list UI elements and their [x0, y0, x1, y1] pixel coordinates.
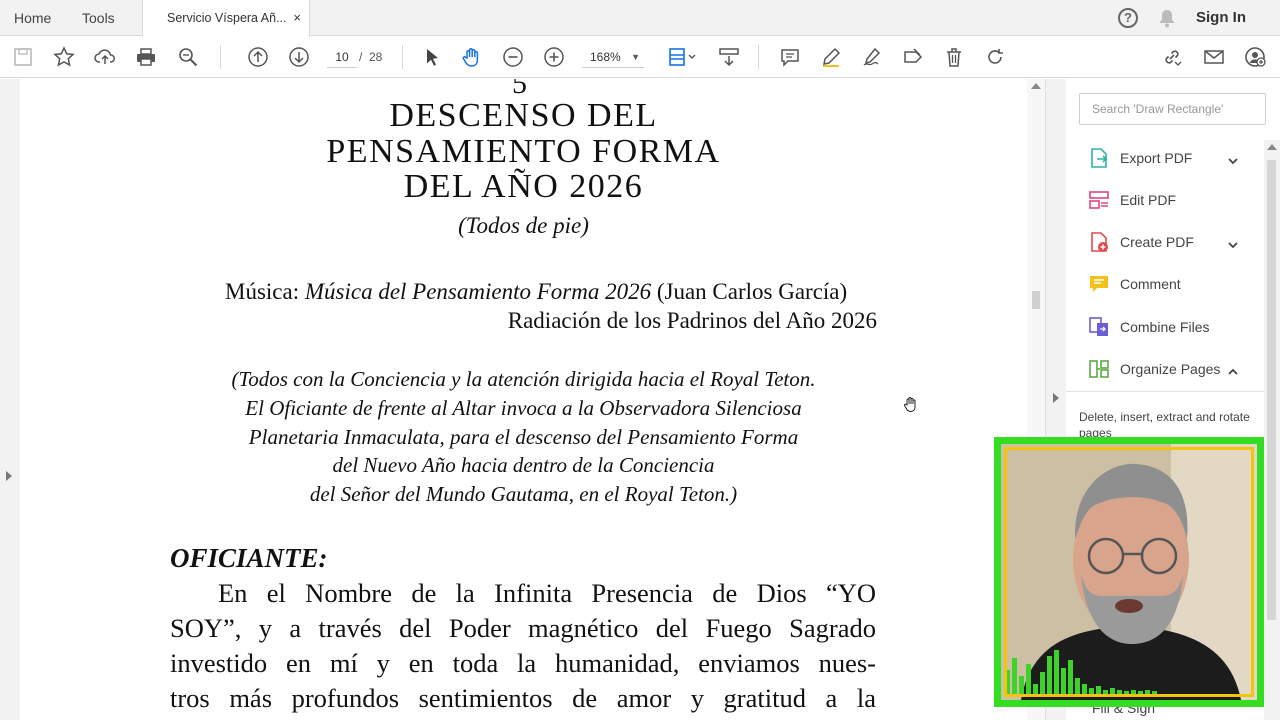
instruction-line-1: (Todos con la Conciencia y la atención d… [231, 367, 816, 391]
document-tab-title: Servicio Víspera Añ... [167, 11, 287, 25]
highlight-pen-icon[interactable] [819, 45, 843, 69]
tool-create-pdf[interactable]: Create PDF [1066, 223, 1264, 261]
chevron-down-icon: ▼ [631, 52, 640, 62]
tool-edit-pdf[interactable]: Edit PDF [1066, 181, 1264, 219]
left-panel-toggle-strip[interactable] [0, 79, 20, 720]
rotate-icon[interactable] [983, 45, 1007, 69]
previous-page-icon[interactable] [246, 45, 270, 69]
close-tab-icon[interactable]: × [293, 0, 301, 36]
bookmark-star-icon[interactable] [52, 45, 76, 69]
notification-bell-icon[interactable] [1158, 8, 1176, 28]
instruction-line-2: El Oficiante de frente al Altar invoca a… [245, 396, 802, 420]
scroll-up-icon[interactable] [1031, 83, 1041, 89]
sign-in-link[interactable]: Sign In [1196, 0, 1246, 36]
zoom-out-icon[interactable] [501, 45, 525, 69]
document-tab[interactable]: Servicio Víspera Añ... × [142, 0, 310, 37]
email-icon[interactable] [1202, 45, 1226, 69]
delete-trash-icon[interactable] [942, 45, 966, 69]
body-line-3: investido en mí y en toda la humanidad, … [170, 648, 876, 678]
cloud-upload-icon[interactable] [93, 45, 117, 69]
top-nav-bar: Home Tools Servicio Víspera Añ... × ? Si… [0, 0, 1280, 37]
tools-tab[interactable]: Tools [82, 0, 115, 36]
next-page-icon[interactable] [287, 45, 311, 69]
scroll-up-icon[interactable] [1267, 144, 1277, 150]
sign-pen-icon[interactable] [860, 45, 884, 69]
scrollbar-thumb[interactable] [1032, 291, 1040, 309]
zoom-level-value: 168% [590, 50, 621, 64]
print-icon[interactable] [134, 45, 158, 69]
divider [1066, 391, 1264, 392]
music-title: Música del Pensamiento Forma 2026 [304, 279, 652, 304]
comment-icon [1088, 273, 1110, 295]
tool-label: Organize Pages [1120, 361, 1221, 377]
comment-tool-icon[interactable] [778, 45, 802, 69]
tool-combine-files[interactable]: Combine Files [1066, 308, 1264, 346]
zoom-search-icon[interactable] [176, 45, 200, 69]
section-title-line-1: DESCENSO DEL [389, 97, 658, 134]
select-cursor-icon[interactable] [420, 45, 444, 69]
body-line-2: SOY”, y a través del Poder magnético del… [170, 613, 876, 643]
all-stand-note: (Todos de pie) [458, 213, 589, 238]
tool-label: Create PDF [1120, 234, 1194, 250]
tool-export-pdf[interactable]: Export PDF [1066, 139, 1264, 177]
page-number-input[interactable]: 10 [327, 46, 357, 68]
radiation-line: Radiación de los Padrinos del Año 2026 [507, 308, 877, 333]
main-toolbar: 10 / 28 168% ▼ [0, 37, 1280, 78]
collapse-right-panel-icon[interactable] [1053, 393, 1059, 403]
chevron-down-icon[interactable] [1228, 153, 1238, 165]
music-label: Música: [225, 279, 300, 304]
body-line-1: En el Nombre de la Infinita Presencia de… [218, 578, 876, 608]
toolbar-separator [402, 45, 403, 69]
tool-label: Comment [1120, 276, 1181, 292]
organize-pages-icon [1088, 358, 1110, 380]
instruction-line-4: del Nuevo Año hacia dentro de la Concien… [332, 453, 715, 477]
section-title-line-3: DEL AÑO 2026 [403, 168, 644, 205]
officiant-heading: OFICIANTE: [170, 543, 328, 573]
body-line-4: tros más profundos sentimientos de amor … [170, 683, 876, 713]
create-pdf-icon [1088, 231, 1110, 253]
tool-label: Export PDF [1120, 150, 1193, 166]
expand-left-panel-icon[interactable] [6, 471, 12, 481]
instruction-line-5: del Señor del Mundo Gautama, en el Royal… [309, 482, 738, 506]
tool-label: Edit PDF [1120, 192, 1177, 208]
music-line: Música: Música del Pensamiento Forma 202… [225, 279, 847, 305]
zoom-level-select[interactable]: 168% ▼ [582, 46, 644, 68]
export-pdf-icon [1088, 147, 1110, 169]
toolbar-separator [758, 45, 759, 69]
webcam-inner-frame [1004, 447, 1254, 697]
help-icon[interactable]: ? [1118, 8, 1138, 28]
zoom-in-icon[interactable] [542, 45, 566, 69]
scrollbar-thumb[interactable] [1267, 160, 1276, 620]
hand-tool-icon[interactable] [460, 45, 484, 69]
tool-organize-pages[interactable]: Organize Pages [1066, 350, 1264, 388]
home-tab[interactable]: Home [14, 0, 51, 36]
tool-comment[interactable]: Comment [1066, 265, 1264, 303]
music-author: (Juan Carlos García) [656, 279, 848, 304]
stamp-tag-icon[interactable] [901, 45, 925, 69]
combine-files-icon [1088, 316, 1110, 338]
edit-pdf-icon [1088, 189, 1110, 211]
tools-search-input[interactable]: Search 'Draw Rectangle' [1079, 93, 1266, 125]
tool-label: Combine Files [1120, 319, 1210, 335]
toolbar-separator [220, 45, 221, 69]
scrolling-mode-icon[interactable] [717, 45, 741, 69]
document-page[interactable]: 5 DESCENSO DEL PENSAMIENTO FORMA DEL AÑO… [20, 79, 1027, 720]
tools-pane-scrollbar[interactable] [1264, 140, 1280, 720]
page-separator: / [359, 50, 363, 64]
chevron-up-icon[interactable] [1228, 364, 1238, 375]
fit-page-icon[interactable] [666, 45, 698, 69]
chevron-down-icon[interactable] [1228, 237, 1238, 249]
section-title-line-2: PENSAMIENTO FORMA [326, 133, 721, 170]
page-total: 28 [369, 50, 383, 64]
add-user-icon[interactable] [1243, 45, 1267, 69]
hand-cursor-icon [902, 395, 920, 413]
save-icon[interactable] [11, 45, 35, 69]
instruction-line-3: Planetaria Inmaculata, para el descenso … [248, 425, 799, 449]
share-link-icon[interactable] [1160, 45, 1184, 69]
webcam-overlay [994, 437, 1264, 707]
